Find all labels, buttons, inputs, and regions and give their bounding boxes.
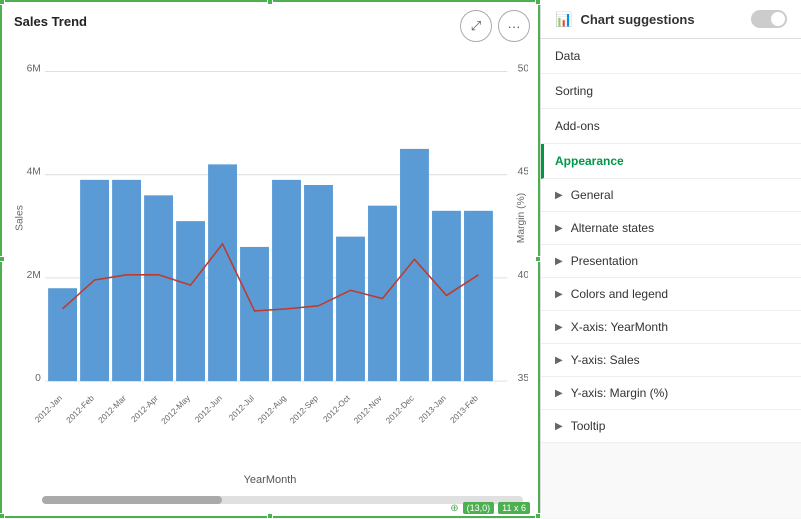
- svg-text:2013-Feb: 2013-Feb: [449, 393, 481, 425]
- chevron-icon-colors-legend: ▶: [555, 289, 563, 300]
- resize-handle-tr[interactable]: [535, 0, 541, 5]
- resize-handle-mr[interactable]: [535, 256, 541, 262]
- svg-text:2012-Oct: 2012-Oct: [322, 393, 353, 424]
- panel-header-left: 📊 Chart suggestions: [555, 11, 695, 28]
- x-axis-label: YearMonth: [244, 474, 297, 486]
- nav-item-sorting[interactable]: Sorting: [541, 74, 801, 109]
- svg-text:2012-Dec: 2012-Dec: [384, 394, 416, 426]
- svg-text:2012-Mar: 2012-Mar: [97, 394, 129, 426]
- chart-suggestions-toggle[interactable]: [751, 10, 787, 28]
- svg-text:2M: 2M: [27, 270, 41, 281]
- chart-suggestions-icon: 📊: [555, 11, 572, 28]
- accordion-item-presentation[interactable]: ▶ Presentation: [541, 245, 801, 278]
- chart-canvas: 6M 4M 2M 0 50 45 40 35 Sales Margin (%): [12, 37, 528, 461]
- bar-2[interactable]: [112, 180, 141, 381]
- bar-13[interactable]: [464, 211, 493, 381]
- chevron-icon-y-axis-sales: ▶: [555, 355, 563, 366]
- position-badge: (13,0): [463, 502, 495, 514]
- scrollbar-thumb[interactable]: [42, 496, 222, 504]
- accordion-item-y-axis-sales[interactable]: ▶ Y-axis: Sales: [541, 344, 801, 377]
- svg-text:2012-Jul: 2012-Jul: [227, 394, 256, 423]
- resize-handle-bl[interactable]: [0, 513, 5, 519]
- resize-handle-ml[interactable]: [0, 256, 5, 262]
- chevron-icon-alternate-states: ▶: [555, 223, 563, 234]
- resize-handle-bm[interactable]: [267, 513, 273, 519]
- more-options-button[interactable]: ···: [498, 10, 530, 42]
- svg-text:0: 0: [35, 373, 41, 384]
- svg-text:Sales: Sales: [14, 205, 25, 231]
- panel-header: 📊 Chart suggestions: [541, 0, 801, 39]
- right-panel: 📊 Chart suggestions Data Sorting Add-ons…: [540, 0, 801, 518]
- accordion-item-general[interactable]: ▶ General: [541, 179, 801, 212]
- accordion-section: ▶ General ▶ Alternate states ▶ Presentat…: [541, 179, 801, 443]
- chart-title: Sales Trend: [14, 14, 87, 29]
- svg-text:2012-Nov: 2012-Nov: [352, 393, 384, 425]
- bar-0[interactable]: [48, 288, 77, 381]
- resize-handle-tl[interactable]: [0, 0, 5, 5]
- expand-button[interactable]: ⤢: [460, 10, 492, 42]
- svg-text:2012-Jan: 2012-Jan: [33, 393, 64, 424]
- svg-text:40: 40: [518, 270, 528, 281]
- accordion-item-x-axis[interactable]: ▶ X-axis: YearMonth: [541, 311, 801, 344]
- bar-11[interactable]: [400, 149, 429, 381]
- svg-text:Margin (%): Margin (%): [516, 193, 527, 243]
- svg-text:2012-Aug: 2012-Aug: [256, 393, 288, 425]
- position-icon: ⊕: [450, 503, 458, 514]
- chevron-icon-y-axis-margin: ▶: [555, 388, 563, 399]
- accordion-item-tooltip[interactable]: ▶ Tooltip: [541, 410, 801, 443]
- toggle-knob: [771, 12, 785, 26]
- svg-text:4M: 4M: [27, 167, 41, 178]
- svg-text:35: 35: [518, 373, 528, 384]
- bar-5[interactable]: [208, 164, 237, 381]
- nav-item-data[interactable]: Data: [541, 39, 801, 74]
- svg-text:2013-Jan: 2013-Jan: [417, 393, 448, 424]
- bar-7[interactable]: [272, 180, 301, 381]
- size-badge: 11 x 6: [498, 502, 530, 514]
- svg-text:2012-Apr: 2012-Apr: [130, 394, 161, 425]
- resize-handle-br[interactable]: [535, 513, 541, 519]
- svg-text:2012-Sep: 2012-Sep: [288, 393, 320, 425]
- svg-text:45: 45: [518, 167, 528, 178]
- chevron-icon-general: ▶: [555, 190, 563, 201]
- chart-toolbar: ⤢ ···: [460, 10, 530, 42]
- svg-text:2012-May: 2012-May: [160, 393, 193, 426]
- bar-10[interactable]: [368, 206, 397, 381]
- chevron-icon-presentation: ▶: [555, 256, 563, 267]
- panel-nav: Data Sorting Add-ons Appearance ▶ Genera…: [541, 39, 801, 443]
- accordion-item-alternate-states[interactable]: ▶ Alternate states: [541, 212, 801, 245]
- status-bar: ⊕ (13,0) 11 x 6: [450, 502, 530, 514]
- accordion-item-colors-legend[interactable]: ▶ Colors and legend: [541, 278, 801, 311]
- bar-3[interactable]: [144, 195, 173, 381]
- accordion-item-y-axis-margin[interactable]: ▶ Y-axis: Margin (%): [541, 377, 801, 410]
- bar-9[interactable]: [336, 237, 365, 381]
- chart-container: Sales Trend ⤢ ··· 6M 4M 2M 0 50 45 40 35…: [0, 0, 540, 518]
- svg-text:2012-Feb: 2012-Feb: [65, 393, 97, 425]
- nav-item-appearance[interactable]: Appearance: [541, 144, 801, 179]
- resize-handle-tm[interactable]: [267, 0, 273, 5]
- svg-text:2012-Jun: 2012-Jun: [193, 393, 224, 424]
- svg-text:50: 50: [518, 63, 528, 74]
- chevron-icon-x-axis: ▶: [555, 322, 563, 333]
- bar-6[interactable]: [240, 247, 269, 381]
- chevron-icon-tooltip: ▶: [555, 421, 563, 432]
- panel-title: Chart suggestions: [580, 12, 694, 27]
- nav-item-addons[interactable]: Add-ons: [541, 109, 801, 144]
- chart-svg: 6M 4M 2M 0 50 45 40 35 Sales Margin (%): [12, 37, 528, 461]
- bar-8[interactable]: [304, 185, 333, 381]
- svg-text:6M: 6M: [27, 63, 41, 74]
- bar-4[interactable]: [176, 221, 205, 381]
